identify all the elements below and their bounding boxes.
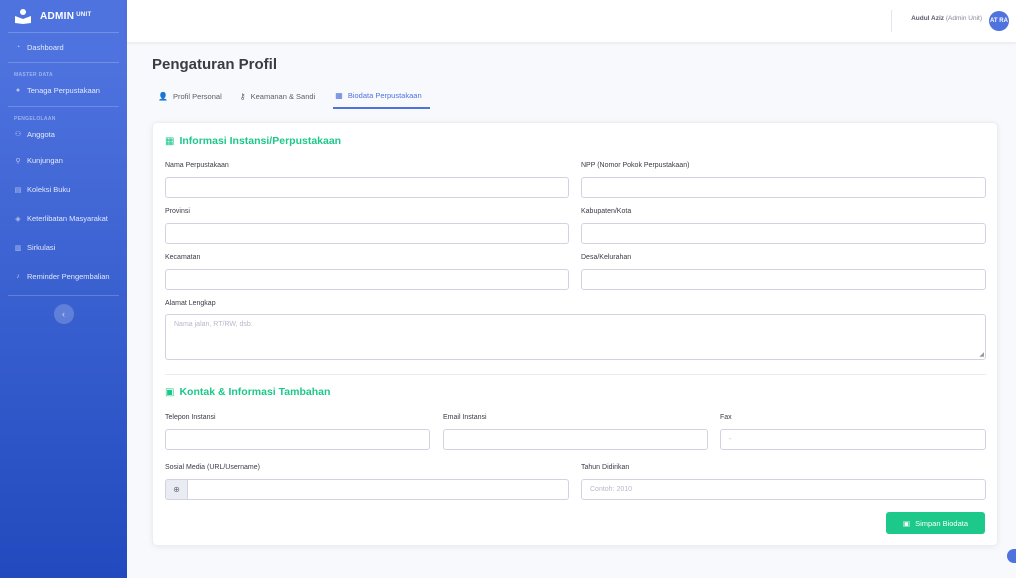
profile-tabs: 👤 Profil Personal ⚷ Keamanan & Sandi ▦ B… [158,88,440,109]
npp-label: NPP (Nomor Pokok Perpustakaan) [581,162,690,169]
sidebar-item-label: Tenaga Perpustakaan [27,85,100,95]
save-icon: ▣ [902,518,911,528]
sidebar-item-kunjungan[interactable]: ⚲ Kunjungan [0,146,127,175]
users-icon: ⚇ [14,131,22,138]
sidebar-divider [8,62,119,63]
user-edit-icon: 👤 [158,92,168,101]
avatar[interactable]: AT RA [989,11,1009,31]
section-kontak: ▣ Kontak & Informasi Tambahan [165,386,330,398]
kabupaten-input[interactable] [581,223,986,244]
topbar-divider [891,10,892,32]
sidebar-item-label: Kunjungan [27,156,63,165]
save-button-label: Simpan Biodata [915,518,969,528]
section-informasi-instansi: ▦ Informasi Instansi/Perpustakaan [165,135,341,147]
exchange-icon: ▥ [14,244,22,252]
alamat-label: Alamat Lengkap [165,300,216,307]
resize-handle-icon[interactable]: ◢ [979,351,984,358]
tahun-label: Tahun Didirikan [581,464,630,471]
building-icon: ▦ [165,135,175,147]
sidebar-item-label: Anggota [27,129,55,139]
reader-logo-icon [14,8,32,24]
sidebar-item-keterlibatan-masyarakat[interactable]: ◈ Keterlibatan Masyarakat [0,204,127,233]
telepon-input[interactable] [165,429,430,450]
sidebar-item-koleksi-buku[interactable]: ▤ Koleksi Buku [0,175,127,204]
sidebar-item-label: Koleksi Buku [27,185,71,194]
simpan-biodata-button[interactable]: ▣ Simpan Biodata [886,512,985,534]
user-name[interactable]: Audul Aziz (Admin Unit) [911,15,982,22]
email-label: Email Instansi [443,414,487,421]
kabupaten-label: Kabupaten/Kota [581,208,632,215]
sidebar-item-label: Reminder Pengembalian [27,272,110,281]
sidebar: ADMIN UNIT ◔ Dashboard MASTER DATA ● Tena… [0,0,127,578]
fax-input[interactable]: - [720,429,986,450]
kecamatan-input[interactable] [165,269,569,290]
dashboard-icon: ◔ [15,44,21,51]
page-title: Pengaturan Profil [152,56,278,73]
tab-label: Biodata Perpustakaan [347,91,422,100]
book-icon: ▤ [14,186,22,194]
section-title-text: Informasi Instansi/Perpustakaan [179,135,342,147]
sidebar-item-label: Sirkulasi [27,243,56,252]
brand[interactable]: ADMIN UNIT [0,0,127,32]
desa-label: Desa/Kelurahan [581,254,632,261]
sosmed-input[interactable] [187,479,569,500]
tab-label: Keamanan & Sandi [250,92,316,101]
tab-label: Profil Personal [172,92,222,101]
alamat-textarea[interactable]: Nama jalan, RT/RW, dsb. ◢ [165,314,986,360]
provinsi-label: Provinsi [165,208,190,215]
sidebar-divider [8,106,119,107]
alamat-placeholder: Nama jalan, RT/RW, dsb. [174,321,253,328]
tab-profil-personal[interactable]: 👤 Profil Personal [158,88,230,109]
user-icon: ● [15,86,21,94]
fax-placeholder: - [729,436,732,443]
nama-perpustakaan-label: Nama Perpustakaan [165,162,229,169]
handshake-icon: ◈ [15,215,21,223]
section-divider [165,374,986,375]
globe-icon: ⊕ [165,479,187,500]
desa-input[interactable] [581,269,986,290]
sosmed-label: Sosial Media (URL/Username) [165,464,260,471]
tahun-placeholder: Contoh: 2010 [590,486,633,493]
sidebar-item-anggota[interactable]: ⚇ Anggota [0,122,127,146]
fax-label: Fax [720,414,732,421]
sidebar-divider [8,295,119,296]
key-icon: ⚷ [239,92,246,101]
sidebar-item-tenaga-perpustakaan[interactable]: ● Tenaga Perpustakaan [0,78,127,102]
tab-biodata-perpustakaan[interactable]: ▦ Biodata Perpustakaan [333,88,430,109]
tab-keamanan-sandi[interactable]: ⚷ Keamanan & Sandi [240,88,324,109]
npp-input[interactable] [581,177,986,198]
provinsi-input[interactable] [165,223,569,244]
floating-widget-button[interactable] [1007,549,1016,563]
section-title-text: Kontak & Informasi Tambahan [179,386,331,398]
tahun-input[interactable]: Contoh: 2010 [581,479,986,500]
nama-perpustakaan-input[interactable] [165,177,569,198]
sidebar-item-sirkulasi[interactable]: ▥ Sirkulasi [0,233,127,262]
telepon-label: Telepon Instansi [165,414,216,421]
kecamatan-label: Kecamatan [165,254,201,261]
brand-text: ADMIN UNIT [40,10,92,22]
sidebar-item-label: Dashboard [27,43,64,52]
id-card-icon: ▣ [165,386,175,398]
email-input[interactable] [443,429,708,450]
sidebar-item-label: Keterlibatan Masyarakat [27,214,108,223]
bell-icon: ♪ [16,273,20,280]
sidebar-toggle-button[interactable]: ‹ [53,304,74,324]
chevron-left-icon: ‹ [62,309,65,319]
sidebar-item-reminder-pengembalian[interactable]: ♪ Reminder Pengembalian [0,262,127,291]
building-icon: ▦ [335,91,343,100]
sidebar-item-dashboard[interactable]: ◔ Dashboard [0,33,127,62]
topbar: Audul Aziz (Admin Unit) AT RA [127,0,1016,42]
walk-icon: ⚲ [15,157,21,165]
